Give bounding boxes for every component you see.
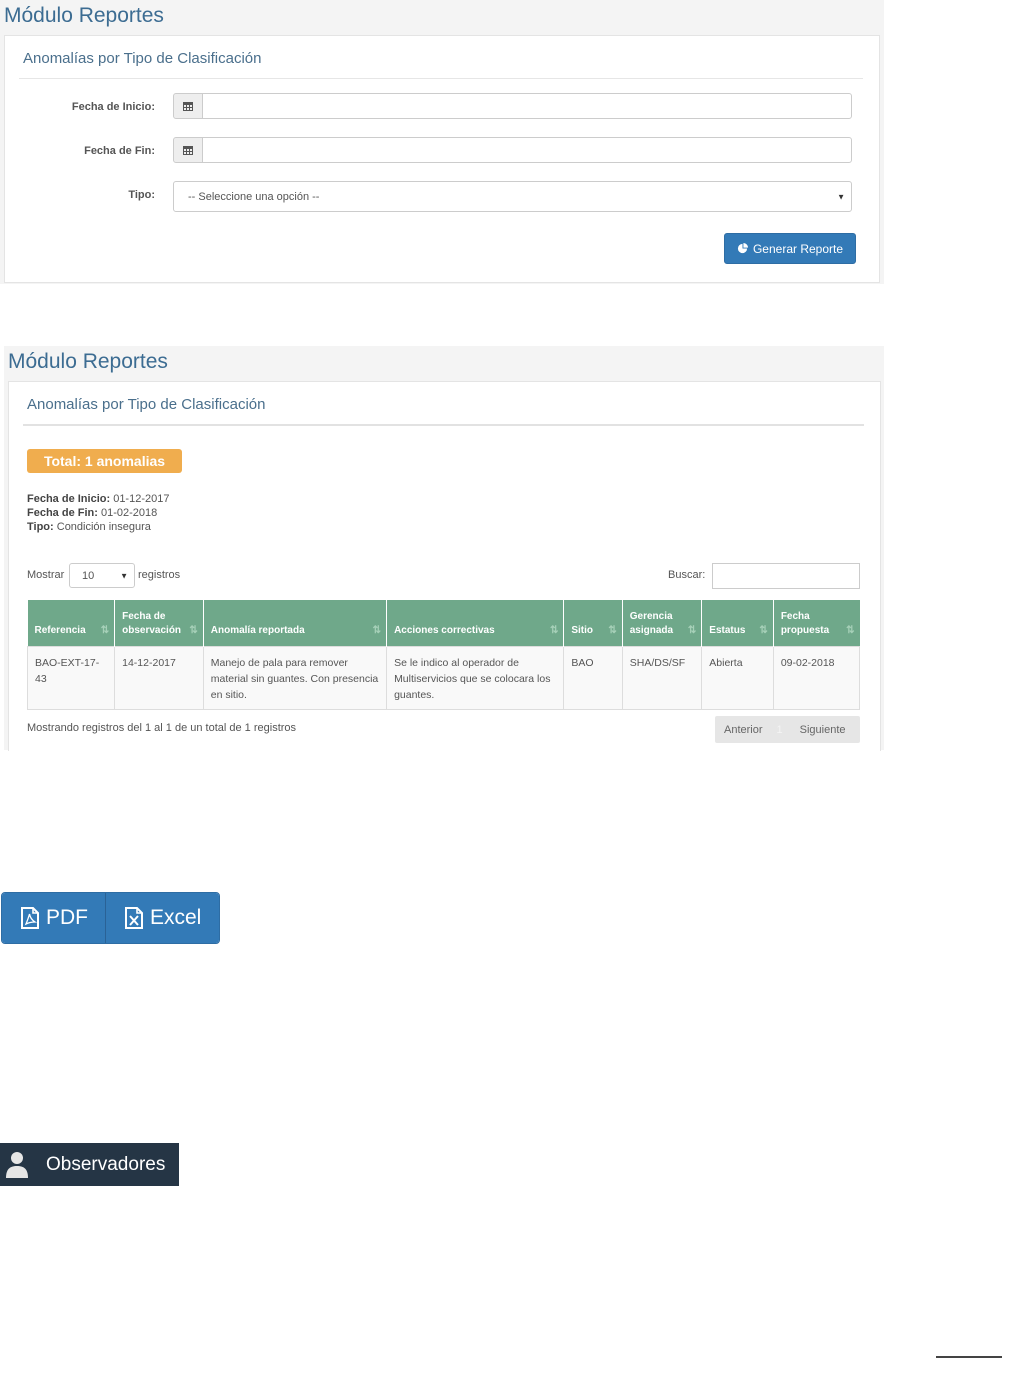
page-size-select[interactable]: 10 ▼	[69, 563, 135, 588]
panel-title: Anomalías por Tipo de Clasificación	[23, 50, 262, 67]
type-select[interactable]: -- Seleccione una opción -- ▼	[173, 181, 852, 212]
cell-gerencia: SHA/DS/SF	[621, 645, 703, 710]
type-label: Tipo:	[128, 189, 155, 201]
end-date-input[interactable]	[202, 137, 852, 163]
sort-icon: ⇅	[372, 624, 382, 636]
column-header-gerencia[interactable]: Gerencia asignada ⇅	[622, 600, 703, 646]
file-excel-icon	[125, 907, 143, 929]
sort-icon: ⇅	[759, 624, 768, 636]
sidebar-item-observadores[interactable]: Observadores	[0, 1143, 179, 1186]
end-date-label: Fecha de Fin:	[84, 145, 155, 157]
column-header-sitio[interactable]: Sitio ⇅	[563, 600, 623, 646]
cell-fecha-observacion: 14-12-2017	[114, 645, 204, 710]
cell-fecha-propuesta: 09-02-2018	[772, 645, 861, 710]
cell-sitio: BAO	[563, 645, 623, 710]
generate-report-label: Generar Reporte	[752, 241, 844, 256]
generate-report-button[interactable]: Generar Reporte	[724, 233, 856, 264]
pdf-button-label: PDF	[46, 906, 88, 929]
sidebar-item-label: Observadores	[46, 1153, 166, 1175]
panel-title: Anomalías por Tipo de Clasificación	[27, 396, 266, 413]
summary-end-label: Fecha de Fin:	[27, 507, 98, 519]
search-label: Buscar:	[668, 569, 706, 581]
sort-icon: ⇅	[100, 624, 110, 636]
total-badge: Total: 1 anomalias	[27, 449, 182, 473]
cell-referencia: BAO-EXT-17-43	[26, 645, 116, 710]
divider	[19, 78, 863, 79]
summary-type-value: Condición insegura	[53, 521, 151, 533]
records-label: registros	[138, 569, 181, 581]
table-row: BAO-EXT-17-43 14-12-2017 Manejo de pala …	[26, 645, 861, 710]
sort-icon: ⇅	[687, 624, 697, 636]
report-panel: Anomalías por Tipo de Clasificación Fech…	[4, 35, 880, 283]
column-header-anomalia[interactable]: Anomalía reportada ⇅	[203, 600, 388, 646]
start-date-input[interactable]	[202, 93, 852, 119]
column-header-fecha-propuesta[interactable]: Fecha propuesta ⇅	[773, 600, 860, 646]
export-button-group: PDF Excel	[1, 892, 220, 944]
report-module-form: Módulo Reportes Anomalías por Tipo de Cl…	[0, 0, 884, 284]
report-summary: Fecha de Inicio: 01-12-2017 Fecha de Fin…	[27, 492, 169, 534]
user-icon	[6, 1151, 28, 1178]
show-label: Mostrar	[27, 569, 65, 581]
cell-estatus: Abierta	[701, 645, 774, 710]
report-panel: Anomalías por Tipo de Clasificación Tota…	[8, 381, 881, 751]
page-size-value: 10	[82, 569, 95, 582]
sort-icon: ⇅	[846, 624, 855, 636]
column-header-fecha-observacion[interactable]: Fecha de observación ⇅	[114, 600, 204, 646]
summary-start-label: Fecha de Inicio:	[27, 493, 111, 505]
excel-button[interactable]: Excel	[106, 893, 219, 943]
search-input[interactable]	[712, 563, 860, 589]
anomalies-table: Referencia ⇅ Fecha de observación ⇅ Anomal…	[26, 600, 861, 710]
pagination-next[interactable]: Siguiente	[788, 724, 854, 736]
column-header-acciones[interactable]: Acciones correctivas ⇅	[386, 600, 565, 646]
summary-type-label: Tipo:	[27, 521, 54, 533]
pagination-page[interactable]: 1	[772, 724, 788, 736]
type-select-value: -- Seleccione una opción --	[188, 190, 320, 203]
page-title: Módulo Reportes	[4, 4, 164, 27]
cell-anomalia: Manejo de pala para remover material sin…	[202, 645, 388, 710]
pdf-button[interactable]: PDF	[2, 893, 106, 943]
cell-acciones: Se le indico al operador de Multiservici…	[386, 645, 565, 710]
file-pdf-icon	[21, 907, 39, 929]
pagination-prev[interactable]: Anterior	[715, 724, 772, 736]
report-module-results: Módulo Reportes Anomalías por Tipo de Cl…	[4, 346, 884, 751]
table-info: Mostrando registros del 1 al 1 de un tot…	[27, 722, 297, 734]
divider	[936, 1356, 1002, 1358]
pie-chart-icon	[737, 243, 748, 254]
column-header-referencia[interactable]: Referencia ⇅	[27, 600, 116, 646]
chevron-down-icon: ▼	[837, 192, 845, 201]
summary-start-value: 01-12-2017	[110, 493, 170, 505]
excel-button-label: Excel	[150, 906, 202, 929]
calendar-icon[interactable]	[173, 93, 203, 119]
page-title: Módulo Reportes	[8, 350, 168, 373]
summary-end-value: 01-02-2018	[97, 507, 158, 519]
sort-icon: ⇅	[189, 624, 198, 636]
sort-icon: ⇅	[608, 624, 617, 636]
start-date-label: Fecha de Inicio:	[71, 101, 155, 113]
pagination: Anterior 1 Siguiente	[715, 716, 860, 743]
calendar-icon[interactable]	[173, 137, 203, 163]
divider	[23, 424, 864, 426]
sort-icon: ⇅	[549, 624, 559, 636]
column-header-estatus[interactable]: Estatus ⇅	[701, 600, 774, 646]
chevron-down-icon: ▼	[120, 571, 128, 580]
